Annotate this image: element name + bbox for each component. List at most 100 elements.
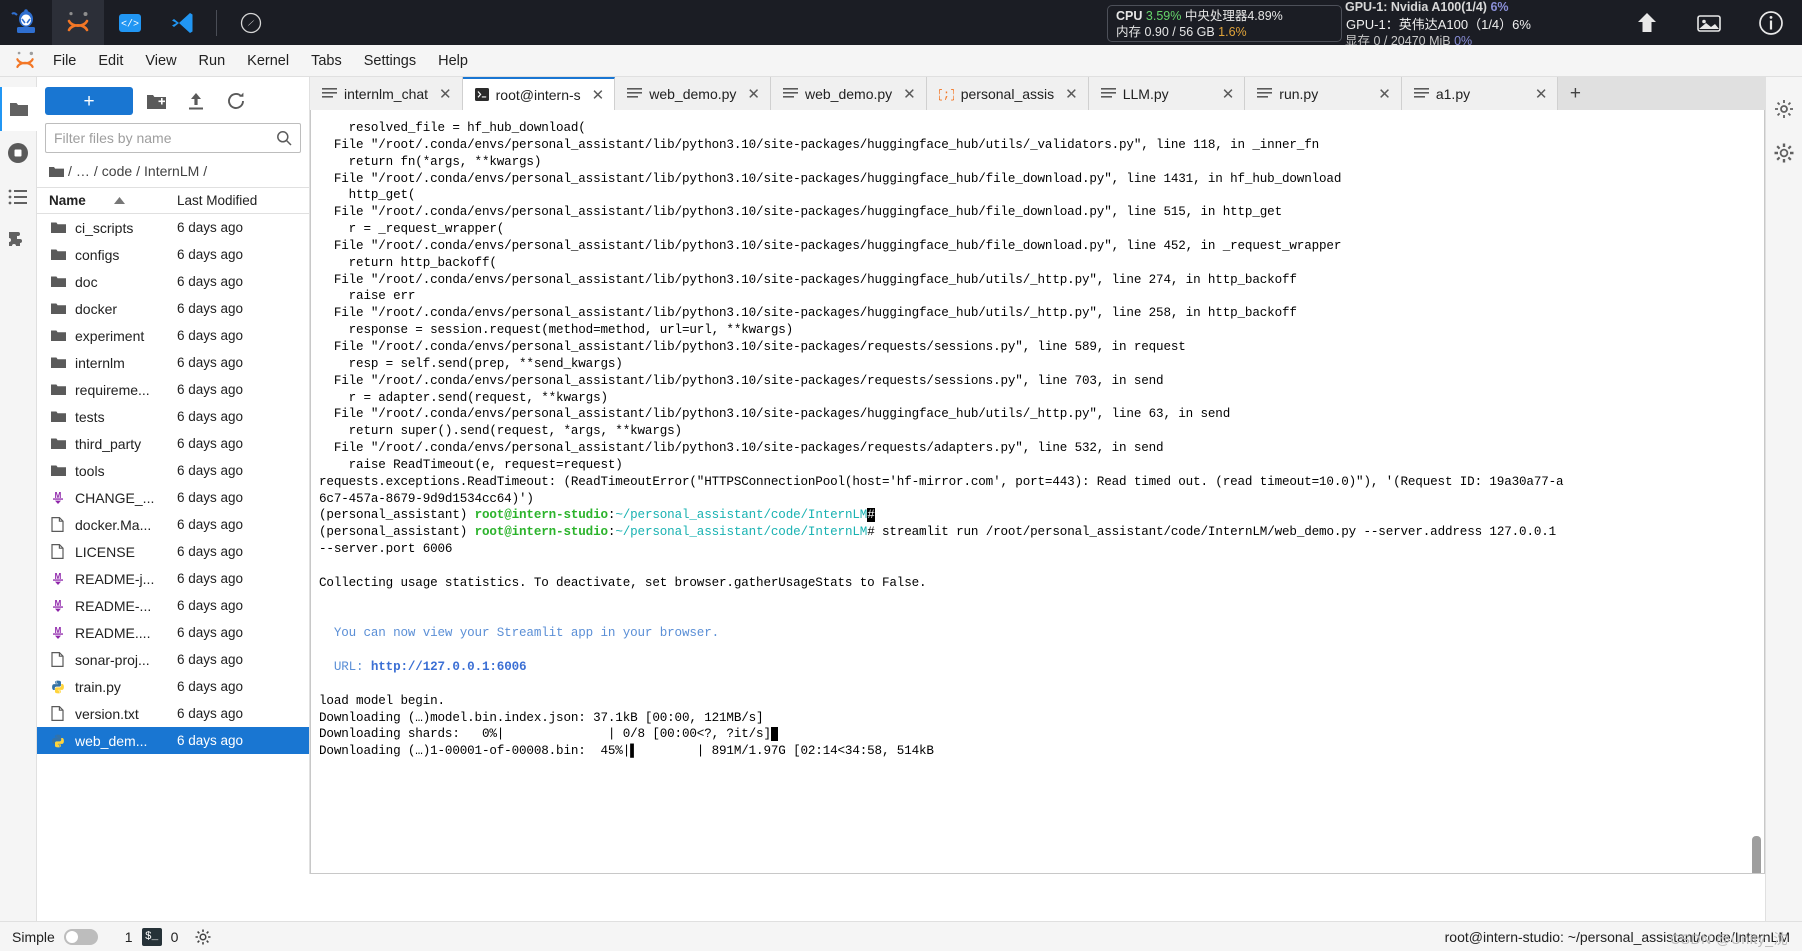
search-input[interactable] xyxy=(54,130,276,146)
close-icon[interactable]: ✕ xyxy=(1065,85,1078,103)
breadcrumb-ellipsis[interactable]: … xyxy=(76,163,90,179)
close-icon[interactable]: ✕ xyxy=(1535,85,1548,103)
list-item[interactable]: docker.Ma... 6 days ago xyxy=(37,511,309,538)
vertical-scrollbar[interactable] xyxy=(1752,148,1761,873)
terminal-text: File "/root/.conda/envs/personal_assista… xyxy=(319,306,1297,321)
list-item[interactable]: tests 6 days ago xyxy=(37,403,309,430)
breadcrumb-sep-2: / xyxy=(136,163,141,179)
menu-run[interactable]: Run xyxy=(188,49,237,73)
refresh-icon[interactable] xyxy=(219,87,253,115)
os-top-bar: </> GPU-1: Nvidia A100(1/4) 6% GPU-1：英伟达 xyxy=(0,0,1802,48)
breadcrumb-code[interactable]: code xyxy=(102,163,132,179)
file-modified: 6 days ago xyxy=(177,436,244,451)
menu-edit[interactable]: Edit xyxy=(87,49,134,73)
column-header-name[interactable]: Name xyxy=(49,193,177,208)
sidebar-item-toc[interactable] xyxy=(0,175,37,219)
terminal-text: resolved_file = hf_hub_download( xyxy=(319,121,586,135)
list-item[interactable]: web_dem... 6 days ago xyxy=(37,727,309,754)
tab-root-intern-s[interactable]: root@intern-s ✕ xyxy=(462,77,616,110)
list-item[interactable]: M README-j... 6 days ago xyxy=(37,565,309,592)
tab-web-demo-py[interactable]: web_demo.py ✕ xyxy=(615,77,771,110)
sidebar-item-property-inspector[interactable] xyxy=(1766,87,1802,131)
close-icon[interactable]: ✕ xyxy=(439,85,452,103)
menu-help[interactable]: Help xyxy=(427,49,479,73)
jupyterlab-window: </> GPU-1: Nvidia A100(1/4) 6% GPU-1：英伟达 xyxy=(0,0,1802,951)
cpu-stat-row: CPU 3.59% 中央处理器4.89% xyxy=(1116,8,1333,24)
list-item[interactable]: M README.... 6 days ago xyxy=(37,619,309,646)
tab-web-demo-py[interactable]: web_demo.py ✕ xyxy=(770,77,927,110)
image-icon[interactable] xyxy=(1678,0,1740,45)
list-item[interactable]: internlm 6 days ago xyxy=(37,349,309,376)
tab-a1-py[interactable]: a1.py ✕ xyxy=(1401,77,1559,110)
vscode-icon[interactable] xyxy=(156,0,208,45)
menu-kernel[interactable]: Kernel xyxy=(236,49,300,73)
terminal-badge-icon[interactable]: $_ xyxy=(141,927,162,946)
list-item[interactable]: M README-... 6 days ago xyxy=(37,592,309,619)
breadcrumb-root[interactable]: / xyxy=(68,163,72,179)
sidebar-item-file-browser[interactable] xyxy=(0,87,37,131)
ssh-robot-logo-icon[interactable] xyxy=(0,0,52,45)
column-header-last-modified[interactable]: Last Modified xyxy=(177,193,309,208)
cpu-memory-stats-panel: CPU 3.59% 中央处理器4.89% 内存 0.90 / 56 GB 1.6… xyxy=(1107,5,1342,42)
tab-llm-py[interactable]: LLM.py ✕ xyxy=(1088,77,1246,110)
list-item[interactable]: sonar-proj... 6 days ago xyxy=(37,646,309,673)
sidebar-item-extensions[interactable] xyxy=(0,219,37,263)
kernel-count: 0 xyxy=(170,928,179,945)
close-icon[interactable]: ✕ xyxy=(903,85,916,103)
filter-box[interactable] xyxy=(45,123,301,153)
list-item[interactable]: ci_scripts 6 days ago xyxy=(37,214,309,241)
list-item[interactable]: version.txt 6 days ago xyxy=(37,700,309,727)
terminal-text: return http_backoff( xyxy=(319,255,497,270)
list-item[interactable]: train.py 6 days ago xyxy=(37,673,309,700)
new-launcher-button[interactable]: + xyxy=(45,87,133,115)
file-browser-panel: + Filter files by name / … / code / Inte… xyxy=(37,77,310,874)
close-icon[interactable]: ✕ xyxy=(592,86,605,104)
terminal-line: (personal_assistant) root@intern-studio:… xyxy=(319,524,1754,541)
list-item[interactable]: LICENSE 6 days ago xyxy=(37,538,309,565)
tab-run-py[interactable]: run.py ✕ xyxy=(1245,77,1402,110)
list-item[interactable]: experiment 6 days ago xyxy=(37,322,309,349)
terminal-output[interactable]: resolved_file = hf_hub_download( File "/… xyxy=(311,116,1764,760)
simple-mode-toggle[interactable] xyxy=(63,928,98,945)
new-tab-button[interactable]: + xyxy=(1558,77,1592,110)
jupyter-logo-icon[interactable] xyxy=(52,0,104,45)
settings-gear-icon[interactable] xyxy=(195,929,211,945)
scrollbar-thumb[interactable] xyxy=(1752,836,1761,873)
folder-icon xyxy=(51,410,75,423)
new-folder-icon[interactable] xyxy=(139,87,173,115)
file-name: LICENSE xyxy=(75,543,135,560)
close-icon[interactable]: ✕ xyxy=(747,85,760,103)
compass-icon[interactable] xyxy=(225,0,277,45)
menu-settings[interactable]: Settings xyxy=(353,49,427,73)
breadcrumb-internlm[interactable]: InternLM xyxy=(144,163,199,179)
info-icon[interactable] xyxy=(1740,0,1802,45)
menu-tabs[interactable]: Tabs xyxy=(300,49,353,73)
menu-view[interactable]: View xyxy=(134,49,187,73)
file-name: README-... xyxy=(75,597,152,614)
terminal-line: 6c7-457a-8679-9d9d1534cc64)') xyxy=(319,491,1754,508)
tab-personal-assis[interactable]: {;} personal_assis ✕ xyxy=(926,77,1089,110)
menu-file[interactable]: File xyxy=(42,49,87,73)
code-server-icon[interactable]: </> xyxy=(104,0,156,45)
folder-icon xyxy=(51,302,75,315)
list-item[interactable]: requireme... 6 days ago xyxy=(37,376,309,403)
terminal-panel[interactable]: resolved_file = hf_hub_download( File "/… xyxy=(310,110,1765,874)
list-item[interactable]: M CHANGE_... 6 days ago xyxy=(37,484,309,511)
upload-icon[interactable] xyxy=(179,87,213,115)
cpu-cn-value: 4.89% xyxy=(1247,9,1283,23)
sidebar-item-running[interactable] xyxy=(0,131,37,175)
list-item[interactable]: tools 6 days ago xyxy=(37,457,309,484)
file-name: README.... xyxy=(75,624,151,641)
tab-internlm-chat[interactable]: internlm_chat ✕ xyxy=(310,77,463,110)
list-item[interactable]: configs 6 days ago xyxy=(37,241,309,268)
breadcrumb-home-icon[interactable] xyxy=(49,165,64,178)
launcher-divider xyxy=(216,9,217,36)
upload-arrow-icon[interactable] xyxy=(1616,0,1678,45)
close-icon[interactable]: ✕ xyxy=(1222,85,1235,103)
list-item[interactable]: docker 6 days ago xyxy=(37,295,309,322)
close-icon[interactable]: ✕ xyxy=(1378,85,1391,103)
list-item[interactable]: doc 6 days ago xyxy=(37,268,309,295)
list-item[interactable]: third_party 6 days ago xyxy=(37,430,309,457)
terminal-text: File "/root/.conda/envs/personal_assista… xyxy=(319,407,1231,422)
sidebar-item-settings[interactable] xyxy=(1766,131,1802,175)
